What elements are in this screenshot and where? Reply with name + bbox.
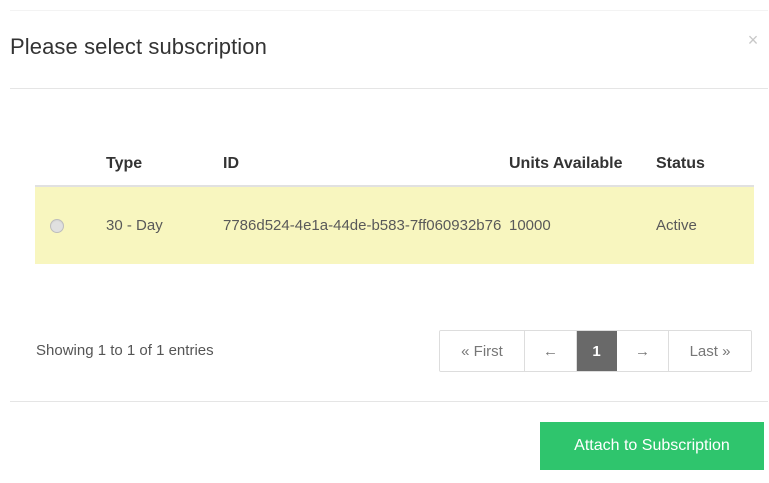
row-select-cell[interactable] <box>35 186 106 264</box>
footer-divider <box>10 401 769 402</box>
last-page-button[interactable]: Last » <box>669 331 751 371</box>
select-column-header <box>35 132 106 187</box>
type-cell: 30 - Day <box>106 186 223 264</box>
units-cell: 10000 <box>509 186 656 264</box>
id-column-header: ID <box>223 132 509 187</box>
modal-title: Please select subscription <box>10 34 267 59</box>
subscription-table: Type ID Units Available Status 30 - Day … <box>35 132 754 264</box>
status-column-header: Status <box>656 132 754 187</box>
type-column-header: Type <box>106 132 223 187</box>
units-column-header: Units Available <box>509 132 656 187</box>
header-divider <box>10 88 769 89</box>
next-page-button[interactable]: → <box>617 331 669 371</box>
status-cell: Active <box>656 186 754 264</box>
entries-info: Showing 1 to 1 of 1 entries <box>36 342 214 359</box>
table-header: Type ID Units Available Status <box>35 132 754 187</box>
close-icon[interactable]: × <box>745 31 761 49</box>
table-row[interactable]: 30 - Day 7786d524-4e1a-44de-b583-7ff0609… <box>35 186 754 264</box>
attach-to-subscription-button[interactable]: Attach to Subscription <box>540 422 764 470</box>
units-column-label: Units Available <box>509 155 623 172</box>
modal-header: Please select subscription × <box>0 0 769 88</box>
radio-button-icon[interactable] <box>50 218 64 233</box>
subscription-table-wrapper: Type ID Units Available Status 30 - Day … <box>35 132 754 264</box>
subscription-modal: Please select subscription × Type ID Uni… <box>0 0 769 483</box>
table-body: 30 - Day 7786d524-4e1a-44de-b583-7ff0609… <box>35 186 754 264</box>
current-page-button[interactable]: 1 <box>577 331 617 371</box>
table-header-row: Type ID Units Available Status <box>35 132 754 187</box>
previous-page-button[interactable]: ← <box>525 331 577 371</box>
id-cell: 7786d524-4e1a-44de-b583-7ff060932b76 <box>223 186 509 264</box>
pagination: « First ← 1 → Last » <box>439 330 752 372</box>
first-page-button[interactable]: « First <box>440 331 525 371</box>
